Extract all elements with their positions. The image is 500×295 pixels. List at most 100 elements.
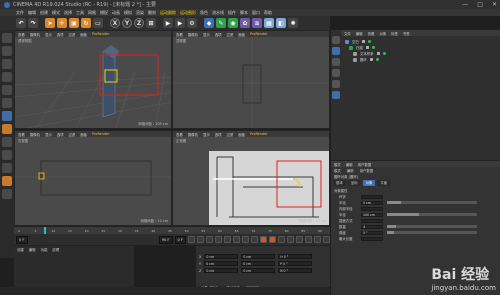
menu-plugins[interactable]: 插件 bbox=[228, 10, 236, 16]
vp-menu-view[interactable]: 查看 bbox=[176, 132, 183, 137]
record-icon[interactable] bbox=[260, 236, 267, 243]
render-to-viewer-icon[interactable]: ▶ bbox=[175, 18, 185, 28]
vp-menu-display[interactable]: 显示 bbox=[203, 132, 210, 137]
rotation-key-icon[interactable] bbox=[305, 236, 312, 243]
vp-menu-panel[interactable]: 面板 bbox=[238, 132, 245, 137]
rotation-p-field[interactable]: P 0 ° bbox=[278, 261, 313, 266]
om-menu-tags[interactable]: 标签 bbox=[391, 31, 398, 36]
viewport-right[interactable]: 查看 摄像机 显示 选项 过滤 面板 ProRender 右视图 网格间距 : … bbox=[14, 130, 172, 226]
menu-character[interactable]: 角色 bbox=[200, 10, 208, 16]
vp-menu-filter[interactable]: 过滤 bbox=[227, 132, 234, 137]
vp-menu-prorender[interactable]: ProRender bbox=[92, 32, 109, 36]
redo-icon[interactable]: ↷ bbox=[28, 18, 38, 28]
attr-tab-userdata[interactable]: 用户数据 bbox=[358, 162, 372, 167]
vp-menu-prorender[interactable]: ProRender bbox=[92, 132, 109, 136]
menu-animate[interactable]: 动画 bbox=[112, 10, 120, 16]
vp-menu-panel[interactable]: 面板 bbox=[80, 32, 87, 37]
menu-sculpt[interactable]: 雕刻 bbox=[148, 10, 156, 16]
attributes-tab-icon[interactable] bbox=[332, 91, 340, 99]
menu-simulate[interactable]: 模拟 bbox=[124, 10, 132, 16]
maximize-button[interactable]: □ bbox=[477, 1, 483, 8]
frame-start-field[interactable]: 0 F bbox=[16, 235, 28, 244]
attr-menu-edit[interactable]: 编辑 bbox=[347, 168, 354, 173]
rotate-icon[interactable]: ↻ bbox=[81, 18, 91, 28]
viewport-front[interactable]: 查看 摄像机 显示 选项 过滤 面板 ProRender 正视图 网格间距 : … bbox=[172, 130, 330, 226]
snap-icon[interactable] bbox=[2, 150, 12, 160]
objects-tab-icon[interactable] bbox=[332, 36, 340, 44]
attr-input[interactable] bbox=[361, 236, 383, 241]
list-item[interactable]: 扫描 bbox=[349, 45, 375, 50]
vp-menu-options[interactable]: 选项 bbox=[57, 32, 64, 37]
render-settings-icon[interactable]: ⚙ bbox=[187, 18, 197, 28]
attr-slider[interactable] bbox=[387, 213, 477, 216]
attr-tab-edit[interactable]: 编辑 bbox=[346, 162, 353, 167]
om-menu-bookmarks[interactable]: 书签 bbox=[403, 31, 410, 36]
attr-checkbox[interactable] bbox=[361, 194, 383, 199]
vp-menu-view[interactable]: 查看 bbox=[18, 32, 25, 37]
menu-edit[interactable]: 编辑 bbox=[28, 10, 36, 16]
vp-menu-options[interactable]: 选项 bbox=[215, 32, 222, 37]
menu-snap[interactable]: 捕捉 bbox=[100, 10, 108, 16]
list-item[interactable]: 空白 bbox=[345, 39, 371, 44]
play-icon[interactable] bbox=[215, 236, 222, 243]
structure-tab-icon[interactable] bbox=[332, 69, 340, 77]
size-z-field[interactable]: 0 cm bbox=[241, 268, 276, 273]
undo-icon[interactable]: ↶ bbox=[16, 18, 26, 28]
attr-dropdown[interactable] bbox=[361, 218, 383, 223]
vp-menu-prorender[interactable]: ProRender bbox=[250, 132, 267, 136]
menu-motion-tracker[interactable]: 运动跟踪 bbox=[160, 10, 176, 16]
visible-check-icon[interactable] bbox=[367, 40, 371, 43]
texture-mode-icon[interactable] bbox=[2, 59, 12, 69]
go-to-start-icon[interactable] bbox=[188, 236, 195, 243]
rotation-b-field[interactable]: B 0 ° bbox=[278, 268, 313, 273]
position-key-icon[interactable] bbox=[287, 236, 294, 243]
visible-check-icon[interactable] bbox=[371, 46, 375, 49]
visible-check-icon[interactable] bbox=[382, 52, 386, 55]
menu-help[interactable]: 帮助 bbox=[264, 10, 272, 16]
select-icon[interactable]: ➤ bbox=[45, 18, 55, 28]
menu-file[interactable]: 文件 bbox=[16, 10, 24, 16]
vp-menu-panel[interactable]: 面板 bbox=[80, 132, 87, 137]
vp-menu-view[interactable]: 查看 bbox=[18, 132, 25, 137]
attr-input[interactable]: 5 ° bbox=[361, 230, 383, 235]
tweak-mode-icon[interactable] bbox=[2, 137, 12, 147]
mat-menu-edit[interactable]: 编辑 bbox=[29, 247, 36, 252]
go-to-end-icon[interactable] bbox=[242, 236, 249, 243]
move-icon[interactable]: ✛ bbox=[57, 18, 67, 28]
keyframe-selection-icon[interactable] bbox=[278, 236, 285, 243]
vp-menu-options[interactable]: 选项 bbox=[215, 132, 222, 137]
tab-coord[interactable]: 坐标 bbox=[347, 180, 361, 186]
recent-tool-icon[interactable]: ▭ bbox=[93, 18, 103, 28]
menu-create[interactable]: 创建 bbox=[40, 10, 48, 16]
vp-menu-prorender[interactable]: ProRender bbox=[250, 32, 267, 36]
vp-menu-panel[interactable]: 面板 bbox=[238, 32, 245, 37]
mat-menu-texture[interactable]: 纹理 bbox=[52, 247, 59, 252]
x-axis-toggle[interactable]: X bbox=[110, 18, 120, 28]
attr-input[interactable]: 100 cm bbox=[361, 212, 383, 217]
workplane-icon[interactable] bbox=[2, 72, 12, 82]
om-menu-file[interactable]: 文件 bbox=[344, 31, 351, 36]
visible-check-icon[interactable] bbox=[375, 58, 379, 61]
solo-icon[interactable] bbox=[2, 176, 12, 186]
points-mode-icon[interactable] bbox=[2, 85, 12, 95]
om-menu-objects[interactable]: 对象 bbox=[379, 31, 386, 36]
menu-mesh[interactable]: 网格 bbox=[88, 10, 96, 16]
attr-input[interactable]: 4 bbox=[361, 224, 383, 229]
vp-menu-filter[interactable]: 过滤 bbox=[69, 32, 76, 37]
vp-menu-camera[interactable]: 摄像机 bbox=[30, 132, 40, 137]
next-key-icon[interactable] bbox=[233, 236, 240, 243]
frame-current-field[interactable]: 0 F bbox=[174, 235, 186, 244]
previous-frame-icon[interactable] bbox=[206, 236, 213, 243]
polygons-mode-icon[interactable] bbox=[2, 111, 12, 121]
render-view-icon[interactable]: ▶ bbox=[163, 18, 173, 28]
mat-menu-function[interactable]: 功能 bbox=[41, 247, 48, 252]
frame-end-field[interactable]: 90 F bbox=[158, 235, 173, 244]
position-y-field[interactable]: 0 cm bbox=[204, 261, 239, 266]
layers-tab-icon[interactable] bbox=[332, 80, 340, 88]
vp-menu-camera[interactable]: 摄像机 bbox=[188, 132, 198, 137]
next-frame-icon[interactable] bbox=[224, 236, 231, 243]
pen-icon[interactable]: ✎ bbox=[216, 18, 226, 28]
attr-slider[interactable] bbox=[387, 225, 477, 228]
mat-menu-create[interactable]: 创建 bbox=[17, 247, 24, 252]
point-key-icon[interactable] bbox=[314, 236, 321, 243]
